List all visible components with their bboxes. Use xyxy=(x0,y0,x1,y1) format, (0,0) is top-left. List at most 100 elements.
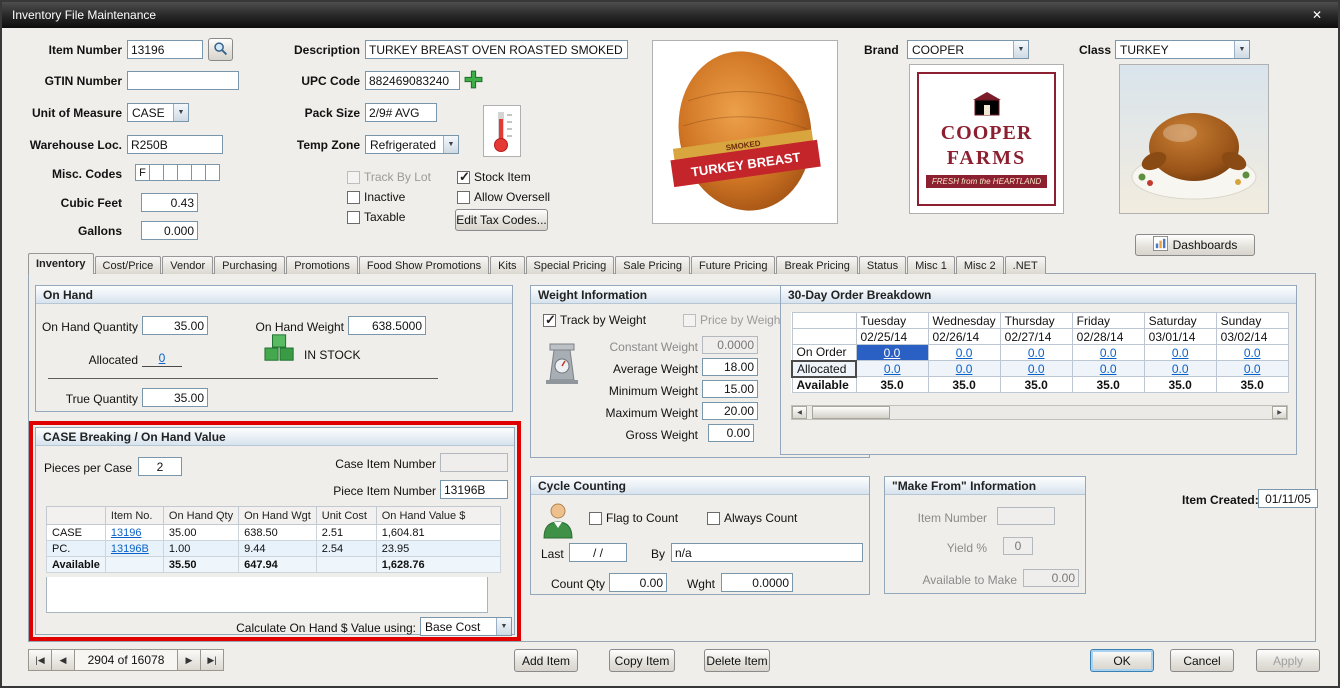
on-order-link[interactable]: 0.0 xyxy=(1028,346,1045,360)
track-by-lot-checkbox[interactable]: Track By Lot xyxy=(347,170,431,184)
close-icon[interactable]: ✕ xyxy=(1306,6,1328,24)
minimum-weight-input[interactable] xyxy=(702,380,758,398)
true-quantity-input[interactable] xyxy=(142,388,208,407)
pack-size-input[interactable] xyxy=(365,103,437,122)
warehouse-loc-input[interactable] xyxy=(127,135,223,154)
tab-food-show-promotions[interactable]: Food Show Promotions xyxy=(359,256,489,274)
make-from-item-label: Item Number xyxy=(887,511,987,525)
misc-code-box[interactable] xyxy=(191,164,206,181)
upc-code-input[interactable] xyxy=(365,71,460,90)
horizontal-scrollbar[interactable] xyxy=(791,405,1288,420)
chevron-down-icon[interactable] xyxy=(1234,41,1249,58)
tab-cost-price[interactable]: Cost/Price xyxy=(95,256,162,274)
allocated-link[interactable]: 0.0 xyxy=(1100,362,1117,376)
track-by-weight-checkbox[interactable]: Track by Weight xyxy=(543,313,646,327)
counted-by-input[interactable] xyxy=(671,543,863,562)
edit-tax-codes-button[interactable]: Edit Tax Codes... xyxy=(455,209,548,231)
tab-misc-1[interactable]: Misc 1 xyxy=(907,256,955,274)
taxable-checkbox[interactable]: Taxable xyxy=(347,210,405,224)
item-link[interactable]: 13196 xyxy=(111,527,142,539)
ok-button[interactable]: OK xyxy=(1090,649,1154,672)
next-record-icon[interactable]: ▶ xyxy=(177,649,201,671)
misc-code-box[interactable] xyxy=(205,164,220,181)
chevron-down-icon[interactable] xyxy=(443,136,458,153)
piece-item-number-input[interactable] xyxy=(440,480,508,499)
on-hand-weight-input[interactable] xyxy=(348,316,426,335)
allocated-link[interactable]: 0 xyxy=(159,351,166,365)
allow-oversell-checkbox[interactable]: Allow Oversell xyxy=(457,190,550,204)
calc-value-select[interactable]: Base Cost xyxy=(420,617,512,636)
tab-break-pricing[interactable]: Break Pricing xyxy=(776,256,857,274)
tab-vendor[interactable]: Vendor xyxy=(162,256,213,274)
tab-promotions[interactable]: Promotions xyxy=(286,256,358,274)
add-item-button[interactable]: Add Item xyxy=(514,649,578,672)
tab-dotnet[interactable]: .NET xyxy=(1005,256,1046,274)
misc-code-box[interactable] xyxy=(163,164,178,181)
on-hand-quantity-input[interactable] xyxy=(142,316,208,335)
on-order-link[interactable]: 0.0 xyxy=(884,346,901,360)
misc-code-box[interactable]: F xyxy=(135,164,150,181)
tab-inventory[interactable]: Inventory xyxy=(28,253,94,274)
scroll-right-icon[interactable] xyxy=(1272,406,1287,419)
tab-future-pricing[interactable]: Future Pricing xyxy=(691,256,775,274)
allocated-link[interactable]: 0.0 xyxy=(884,362,901,376)
allocated-link[interactable]: 0.0 xyxy=(956,362,973,376)
item-link[interactable]: 13196B xyxy=(111,543,149,555)
misc-code-box[interactable] xyxy=(149,164,164,181)
tab-purchasing[interactable]: Purchasing xyxy=(214,256,285,274)
checkbox-icon xyxy=(683,314,696,327)
item-created-input[interactable] xyxy=(1258,489,1318,508)
copy-item-button[interactable]: Copy Item xyxy=(609,649,675,672)
scrollbar-track[interactable] xyxy=(890,406,1272,419)
item-search-button[interactable] xyxy=(208,38,233,61)
misc-code-box[interactable] xyxy=(177,164,192,181)
item-number-input[interactable] xyxy=(127,40,203,59)
add-upc-button[interactable] xyxy=(463,69,484,90)
previous-record-icon[interactable]: ◀ xyxy=(51,649,75,671)
average-weight-input[interactable] xyxy=(702,358,758,376)
count-qty-input[interactable] xyxy=(609,573,667,592)
last-count-date-input[interactable] xyxy=(569,543,627,562)
cubic-feet-input[interactable] xyxy=(141,193,198,212)
chevron-down-icon[interactable] xyxy=(496,618,511,635)
first-record-icon[interactable]: |◀ xyxy=(28,649,52,671)
tab-sale-pricing[interactable]: Sale Pricing xyxy=(615,256,690,274)
cancel-button[interactable]: Cancel xyxy=(1170,649,1234,672)
gtin-input[interactable] xyxy=(127,71,239,90)
tab-kits[interactable]: Kits xyxy=(490,256,524,274)
selected-cell[interactable]: 0.0 xyxy=(856,345,928,361)
stock-item-checkbox[interactable]: Stock Item xyxy=(457,170,531,184)
price-by-weight-checkbox[interactable]: Price by Weight xyxy=(683,313,784,327)
tab-misc-2[interactable]: Misc 2 xyxy=(956,256,1004,274)
class-select[interactable]: TURKEY xyxy=(1115,40,1250,59)
on-order-link[interactable]: 0.0 xyxy=(1172,346,1189,360)
maximum-weight-input[interactable] xyxy=(702,402,758,420)
brand-select[interactable]: COOPER xyxy=(907,40,1029,59)
gross-weight-input[interactable] xyxy=(708,424,754,442)
inactive-checkbox[interactable]: Inactive xyxy=(347,190,405,204)
dashboards-button[interactable]: Dashboards xyxy=(1135,234,1255,256)
flag-to-count-checkbox[interactable]: Flag to Count xyxy=(589,511,678,525)
tab-status[interactable]: Status xyxy=(859,256,906,274)
description-input[interactable] xyxy=(365,40,628,59)
allocated-link[interactable]: 0.0 xyxy=(1172,362,1189,376)
scroll-left-icon[interactable] xyxy=(792,406,807,419)
always-count-checkbox[interactable]: Always Count xyxy=(707,511,797,525)
delete-item-button[interactable]: Delete Item xyxy=(704,649,770,672)
count-wght-input[interactable] xyxy=(721,573,793,592)
gallons-input[interactable] xyxy=(141,221,198,240)
unit-of-measure-select[interactable]: CASE xyxy=(127,103,189,122)
apply-button[interactable]: Apply xyxy=(1256,649,1320,672)
allocated-link[interactable]: 0.0 xyxy=(1028,362,1045,376)
on-order-link[interactable]: 0.0 xyxy=(1244,346,1261,360)
tab-special-pricing[interactable]: Special Pricing xyxy=(526,256,615,274)
pieces-per-case-input[interactable] xyxy=(138,457,182,476)
scrollbar-thumb[interactable] xyxy=(812,406,890,419)
on-order-link[interactable]: 0.0 xyxy=(956,346,973,360)
chevron-down-icon[interactable] xyxy=(173,104,188,121)
on-order-link[interactable]: 0.0 xyxy=(1100,346,1117,360)
chevron-down-icon[interactable] xyxy=(1013,41,1028,58)
temp-zone-select[interactable]: Refrigerated xyxy=(365,135,459,154)
last-record-icon[interactable]: ▶| xyxy=(200,649,224,671)
allocated-link[interactable]: 0.0 xyxy=(1244,362,1261,376)
